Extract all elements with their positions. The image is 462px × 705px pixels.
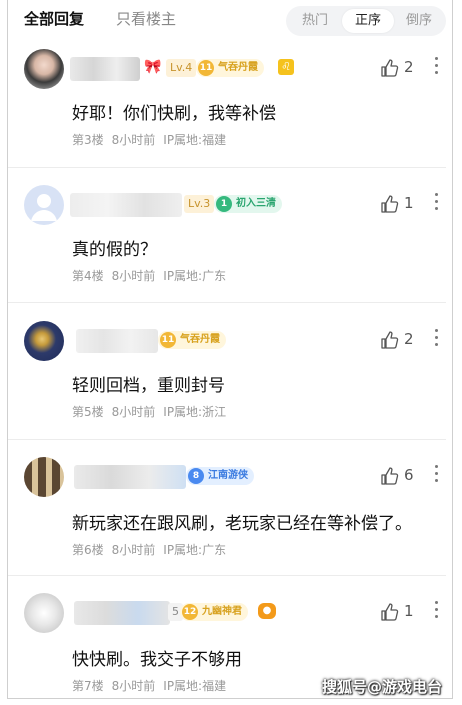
avatar[interactable] <box>24 185 64 225</box>
like-button[interactable]: 1 <box>380 193 420 215</box>
game-controller-icon: ● <box>258 603 276 619</box>
thumbs-up-icon <box>381 195 399 213</box>
ip-location: IP属地:福建 <box>163 133 227 147</box>
source-watermark: 搜狐号@游戏电台 <box>322 678 443 696</box>
post-time: 8小时前 <box>111 679 156 693</box>
level-badge: Lv.4 <box>166 59 197 77</box>
title-badge-label: 气吞丹霞 <box>180 334 220 345</box>
title-level-num: 12 <box>182 604 198 620</box>
like-count: 1 <box>404 602 414 620</box>
title-level-num: 1 <box>216 196 232 212</box>
username-blurred[interactable] <box>74 465 186 489</box>
comment-text: 轻则回档，重则封号 <box>72 376 225 396</box>
like-count: 1 <box>404 194 414 212</box>
title-badge: 12 九幽神君 <box>180 603 248 621</box>
comment-meta: 第6楼 8小时前 IP属地:广东 <box>72 541 234 558</box>
more-options-icon[interactable] <box>432 597 440 621</box>
like-button[interactable]: 2 <box>380 57 420 79</box>
tab-all-replies[interactable]: 全部回复 <box>24 8 84 29</box>
username-blurred[interactable] <box>76 329 158 353</box>
avatar[interactable] <box>24 49 64 89</box>
comment-meta: 第7楼 8小时前 IP属地:福建 <box>72 677 234 694</box>
more-options-icon[interactable] <box>432 461 440 485</box>
comment-text: 新玩家还在跟风刷，老玩家已经在等补偿了。 <box>72 514 412 534</box>
title-badge: 1 初入三清 <box>214 195 282 213</box>
divider <box>8 575 446 576</box>
level-badge: Lv.3 <box>184 195 215 213</box>
like-count: 2 <box>404 330 414 348</box>
title-level-num: 8 <box>188 468 204 484</box>
floor-number: 第5楼 <box>72 405 104 419</box>
comment-text: 快快刷。我交子不够用 <box>72 650 242 670</box>
post-time: 8小时前 <box>111 133 156 147</box>
comment-item: Lv.3 1 初入三清 1 真的假的？ 第4楼 8小时前 IP属地:广东 <box>8 185 452 305</box>
title-level-num: 11 <box>160 332 176 348</box>
divider <box>8 167 446 168</box>
more-options-icon[interactable] <box>432 325 440 349</box>
title-badge: 11 气吞丹霞 <box>196 59 264 77</box>
title-badge-label: 初入三清 <box>236 198 276 209</box>
like-button[interactable]: 1 <box>380 601 420 623</box>
title-badge-label: 气吞丹霞 <box>218 62 258 73</box>
comment-text: 真的假的？ <box>72 240 157 260</box>
username-blurred[interactable] <box>70 193 182 217</box>
sort-switch: 热门 正序 倒序 <box>286 6 446 36</box>
sort-desc-option[interactable]: 倒序 <box>393 6 445 36</box>
avatar[interactable] <box>24 593 64 633</box>
ip-location: IP属地:福建 <box>163 679 227 693</box>
default-avatar-icon <box>31 194 57 221</box>
username-blurred[interactable] <box>74 601 170 625</box>
ip-location: IP属地:浙江 <box>163 405 227 419</box>
title-badge: 11 气吞丹霞 <box>158 331 226 349</box>
tab-only-op[interactable]: 只看楼主 <box>116 8 176 29</box>
floor-number: 第6楼 <box>72 543 104 557</box>
comment-item: 8 江南游侠 6 新玩家还在跟风刷，老玩家已经在等补偿了。 第6楼 8小时前 IP属… <box>8 457 452 577</box>
more-options-icon[interactable] <box>432 189 440 213</box>
post-time: 8小时前 <box>111 269 156 283</box>
thumbs-up-icon <box>381 603 399 621</box>
title-badge-label: 九幽神君 <box>202 606 242 617</box>
divider <box>8 439 446 440</box>
thumbs-up-icon <box>381 331 399 349</box>
comment-meta: 第5楼 8小时前 IP属地:浙江 <box>72 403 234 420</box>
username-blurred[interactable] <box>70 57 140 81</box>
floor-number: 第7楼 <box>72 679 104 693</box>
like-button[interactable]: 6 <box>380 465 420 487</box>
avatar[interactable] <box>24 457 64 497</box>
post-time: 8小时前 <box>111 405 156 419</box>
ip-location: IP属地:广东 <box>163 543 227 557</box>
comment-text: 好耶！你们快刷，我等补偿 <box>72 104 276 124</box>
comment-item: 🎀 Lv.4 11 气吞丹霞 ♌ 2 好耶！你们快刷，我等补偿 第3楼 8小时前 I… <box>8 49 452 169</box>
like-button[interactable]: 2 <box>380 329 420 351</box>
post-time: 8小时前 <box>111 543 156 557</box>
comment-meta: 第3楼 8小时前 IP属地:福建 <box>72 131 234 148</box>
avatar[interactable] <box>24 321 64 361</box>
title-level-num: 11 <box>198 60 214 76</box>
floor-number: 第3楼 <box>72 133 104 147</box>
sort-asc-option[interactable]: 正序 <box>342 9 394 33</box>
title-badge-label: 江南游侠 <box>208 470 248 481</box>
comment-meta: 第4楼 8小时前 IP属地:广东 <box>72 267 234 284</box>
bow-icon: 🎀 <box>144 59 162 75</box>
comment-item: 11 气吞丹霞 2 轻则回档，重则封号 第5楼 8小时前 IP属地:浙江 <box>8 321 452 441</box>
ip-location: IP属地:广东 <box>163 269 227 283</box>
divider <box>8 302 446 303</box>
reply-tabs-bar: 全部回复 只看楼主 热门 正序 倒序 <box>0 0 462 40</box>
floor-number: 第4楼 <box>72 269 104 283</box>
like-count: 2 <box>404 58 414 76</box>
title-badge: 8 江南游侠 <box>186 467 254 485</box>
more-options-icon[interactable] <box>432 53 440 77</box>
thumbs-up-icon <box>381 59 399 77</box>
thumbs-up-icon <box>381 467 399 485</box>
like-count: 6 <box>404 466 414 484</box>
sort-hot-option[interactable]: 热门 <box>289 6 341 36</box>
leo-sign-icon: ♌ <box>278 59 294 75</box>
